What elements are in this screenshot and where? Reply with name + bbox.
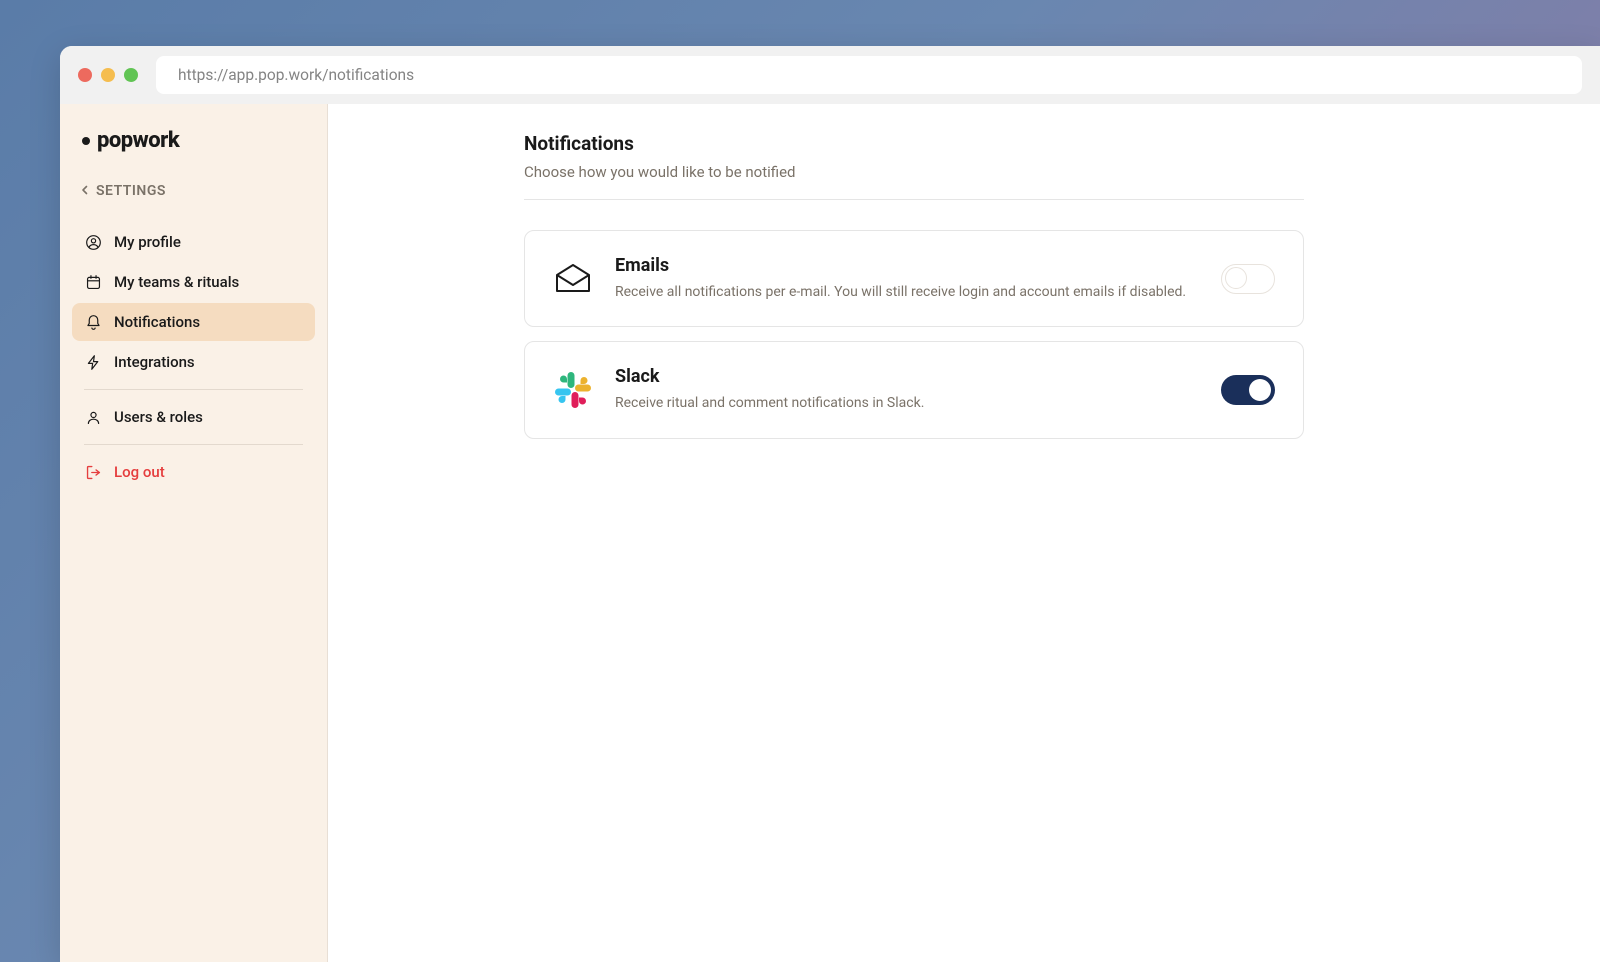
settings-label: SETTINGS [96,183,166,199]
chevron-left-icon [80,183,90,199]
sidebar-item-integrations[interactable]: Integrations [72,343,315,381]
nav-label: Notifications [114,313,200,331]
nav-label: My profile [114,233,181,251]
setting-description: Receive all notifications per e-mail. Yo… [615,282,1199,302]
sidebar-item-logout[interactable]: Log out [72,453,315,491]
sidebar-item-profile[interactable]: My profile [72,223,315,261]
window-minimize-button[interactable] [101,68,115,82]
window-maximize-button[interactable] [124,68,138,82]
main-content: Notifications Choose how you would like … [328,104,1600,962]
sidebar-item-teams[interactable]: My teams & rituals [72,263,315,301]
logout-icon [84,463,102,481]
url-bar[interactable]: https://app.pop.work/notifications [156,56,1582,94]
browser-chrome: https://app.pop.work/notifications [60,46,1600,104]
page-title: Notifications [524,132,1304,155]
setting-title: Emails [615,255,1199,276]
sidebar-item-users[interactable]: Users & roles [72,398,315,436]
title-divider [524,199,1304,200]
setting-card-emails: Emails Receive all notifications per e-m… [524,230,1304,327]
setting-title: Slack [615,366,1199,387]
browser-window: https://app.pop.work/notifications popwo… [60,46,1600,962]
nav-divider [84,444,303,445]
bolt-icon [84,353,102,371]
sidebar-nav: My profile My teams & rituals Notificati… [60,223,327,491]
bell-icon [84,313,102,331]
toggle-knob [1225,267,1247,289]
page-subtitle: Choose how you would like to be notified [524,163,1304,181]
nav-label: My teams & rituals [114,273,239,291]
sidebar-item-notifications[interactable]: Notifications [72,303,315,341]
calendar-icon [84,273,102,291]
url-text: https://app.pop.work/notifications [178,66,414,84]
traffic-lights [78,68,138,82]
slack-icon [553,370,593,410]
brand-logo[interactable]: popwork [60,128,327,153]
logo-dot-icon [82,137,90,145]
nav-label: Log out [114,463,165,481]
card-content: Slack Receive ritual and comment notific… [615,366,1199,413]
setting-description: Receive ritual and comment notifications… [615,393,1199,413]
user-circle-icon [84,233,102,251]
slack-toggle[interactable] [1221,375,1275,405]
user-icon [84,408,102,426]
content-wrapper: Notifications Choose how you would like … [524,132,1304,439]
setting-card-slack: Slack Receive ritual and comment notific… [524,341,1304,438]
window-close-button[interactable] [78,68,92,82]
email-icon [553,259,593,299]
brand-name: popwork [97,128,179,153]
settings-back-link[interactable]: SETTINGS [60,183,327,199]
nav-divider [84,389,303,390]
app-container: popwork SETTINGS My profile [60,104,1600,962]
nav-label: Users & roles [114,408,203,426]
card-content: Emails Receive all notifications per e-m… [615,255,1199,302]
toggle-knob [1249,379,1271,401]
emails-toggle[interactable] [1221,264,1275,294]
sidebar: popwork SETTINGS My profile [60,104,328,962]
nav-label: Integrations [114,353,195,371]
